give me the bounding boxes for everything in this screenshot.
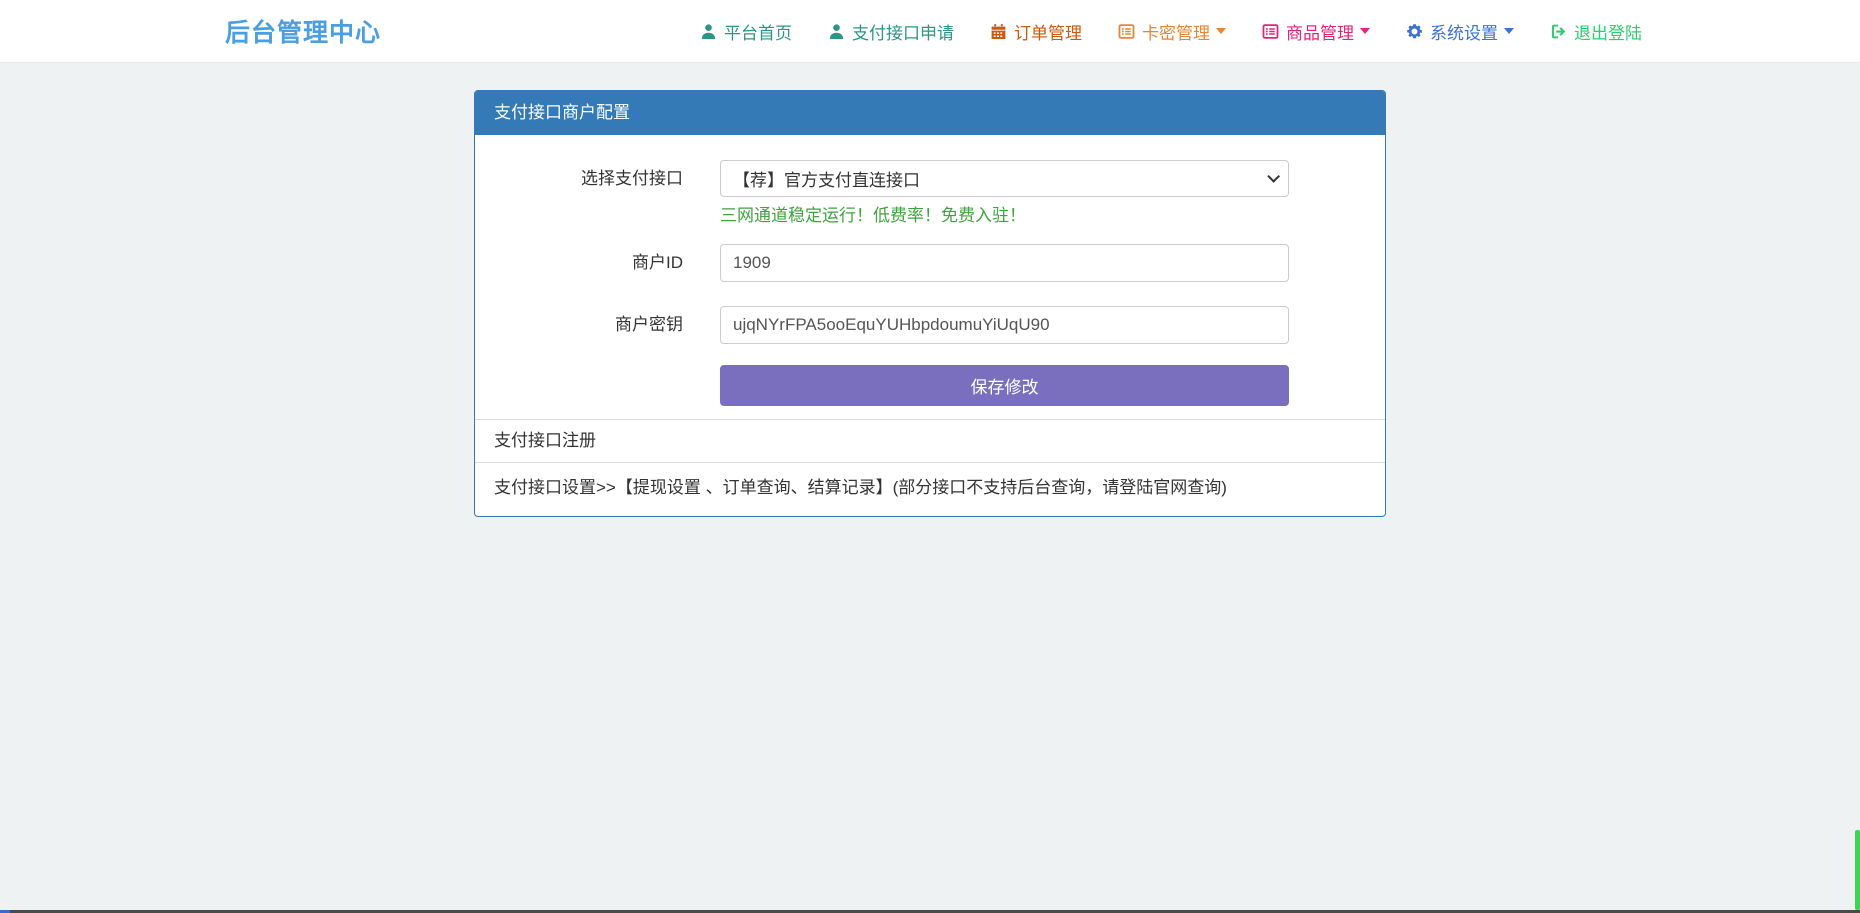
chevron-down-icon <box>1267 170 1280 183</box>
nav-item-label: 系统设置 <box>1430 19 1498 44</box>
selected-interface-option: 【荐】官方支付直连接口 <box>733 166 920 191</box>
merchant-config-form: 选择支付接口 【荐】官方支付直连接口 三网通道稳定运行！低费率！免费入驻！ 商户… <box>475 135 1385 419</box>
save-button[interactable]: 保存修改 <box>720 365 1289 406</box>
brand-title[interactable]: 后台管理中心 <box>225 13 381 49</box>
user-icon <box>828 23 845 40</box>
nav-item-label: 卡密管理 <box>1142 19 1210 44</box>
payment-interface-select[interactable]: 【荐】官方支付直连接口 <box>720 160 1289 197</box>
save-row: 保存修改 <box>475 365 1385 406</box>
merchant-id-label: 商户ID <box>475 244 683 282</box>
payment-interface-register-link[interactable]: 支付接口注册 <box>475 419 1385 462</box>
calendar-icon <box>990 23 1007 40</box>
payment-interface-settings-link[interactable]: 支付接口设置>>【提现设置 、订单查询、结算记录】(部分接口不支持后台查询，请登… <box>475 462 1385 516</box>
merchant-id-row: 商户ID <box>475 244 1385 282</box>
merchant-config-panel: 支付接口商户配置 选择支付接口 【荐】官方支付直连接口 三网通道稳定运行！低费率… <box>474 90 1386 517</box>
nav-item-order-management[interactable]: 订单管理 <box>990 19 1082 44</box>
chevron-down-icon <box>1216 28 1226 34</box>
scrollbar-thumb[interactable] <box>1855 830 1860 910</box>
chevron-down-icon <box>1504 28 1514 34</box>
gear-icon <box>1406 23 1423 40</box>
main-nav: 平台首页 支付接口申请 订单管理 卡密管理 商品管理 <box>700 19 1642 44</box>
nav-item-label: 订单管理 <box>1014 19 1082 44</box>
logout-icon <box>1550 23 1567 40</box>
panel-title: 支付接口商户配置 <box>475 91 1385 135</box>
chevron-down-icon <box>1360 28 1370 34</box>
nav-item-label: 退出登陆 <box>1574 19 1642 44</box>
nav-item-platform-home[interactable]: 平台首页 <box>700 19 792 44</box>
merchant-key-row: 商户密钥 <box>475 306 1385 344</box>
list-icon <box>1118 23 1135 40</box>
merchant-id-input[interactable] <box>720 244 1289 282</box>
nav-item-card-key-management[interactable]: 卡密管理 <box>1118 19 1226 44</box>
top-navbar: 后台管理中心 平台首页 支付接口申请 订单管理 卡密管理 <box>0 0 1860 63</box>
interface-select-row: 选择支付接口 【荐】官方支付直连接口 三网通道稳定运行！低费率！免费入驻！ <box>475 160 1385 229</box>
interface-select-label: 选择支付接口 <box>475 160 683 229</box>
nav-item-label: 商品管理 <box>1286 19 1354 44</box>
list-icon <box>1262 23 1279 40</box>
interface-hint-text: 三网通道稳定运行！低费率！免费入驻！ <box>720 203 1289 229</box>
nav-item-label: 支付接口申请 <box>852 19 954 44</box>
nav-item-payment-apply[interactable]: 支付接口申请 <box>828 19 954 44</box>
user-icon <box>700 23 717 40</box>
nav-item-system-settings[interactable]: 系统设置 <box>1406 19 1514 44</box>
merchant-key-label: 商户密钥 <box>475 306 683 344</box>
nav-item-product-management[interactable]: 商品管理 <box>1262 19 1370 44</box>
merchant-key-input[interactable] <box>720 306 1289 344</box>
nav-item-logout[interactable]: 退出登陆 <box>1550 19 1642 44</box>
nav-item-label: 平台首页 <box>724 19 792 44</box>
